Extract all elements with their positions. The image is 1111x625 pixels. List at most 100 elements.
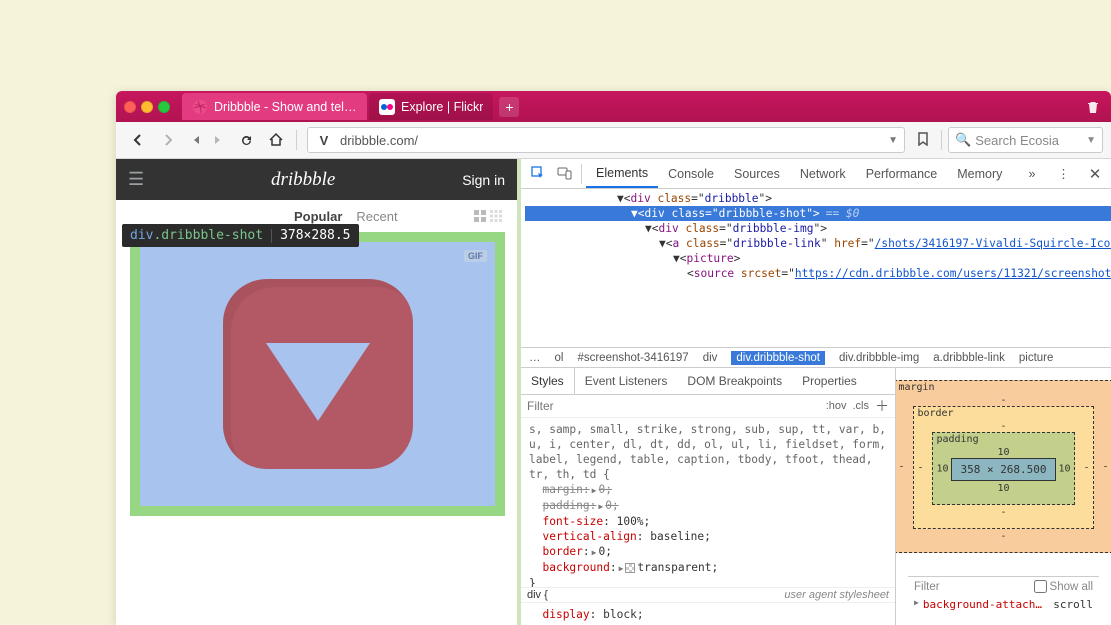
stab-styles[interactable]: Styles bbox=[521, 368, 575, 394]
crumb-selected[interactable]: div.dribbble-shot bbox=[731, 351, 825, 365]
tab-console[interactable]: Console bbox=[658, 159, 724, 188]
url-text: dribbble.com/ bbox=[340, 133, 888, 148]
filter-popular[interactable]: Popular bbox=[294, 209, 342, 224]
stab-properties[interactable]: Properties bbox=[792, 368, 867, 394]
computed-property-row[interactable]: ▶ background-attach… scroll bbox=[908, 596, 1099, 613]
css-rule-block[interactable]: s, samp, small, strike, strong, sub, sup… bbox=[521, 418, 895, 586]
styles-filter-bar: :hov .cls ＋ bbox=[521, 395, 895, 419]
devtools-menu-icon[interactable]: ⋮ bbox=[1051, 166, 1075, 181]
vivaldi-squircle-icon bbox=[223, 279, 413, 469]
computed-filter-label[interactable]: Filter bbox=[914, 581, 940, 593]
tabs-overflow-icon[interactable]: » bbox=[1020, 167, 1044, 181]
maximize-window-button[interactable] bbox=[158, 101, 170, 113]
browser-tab-flickr[interactable]: Explore | Flickr bbox=[369, 93, 493, 120]
reload-button[interactable] bbox=[232, 126, 260, 154]
flickr-favicon-icon bbox=[379, 99, 395, 115]
browser-tab-dribbble[interactable]: Dribbble - Show and tell for d bbox=[182, 93, 367, 120]
stab-event-listeners[interactable]: Event Listeners bbox=[575, 368, 678, 394]
content-row: ☰ dribbble Sign in Popular Recent div.dr… bbox=[116, 159, 1111, 625]
tooltip-class: .dribbble-shot bbox=[153, 228, 263, 243]
filter-recent[interactable]: Recent bbox=[356, 209, 397, 224]
devtools-panel: Elements Console Sources Network Perform… bbox=[521, 159, 1111, 625]
separator bbox=[941, 130, 942, 150]
minimize-window-button[interactable] bbox=[141, 101, 153, 113]
close-window-button[interactable] bbox=[124, 101, 136, 113]
toolbar: V dribbble.com/ ▼ 🔍 Search Ecosia ▼ bbox=[116, 122, 1111, 159]
device-toolbar-icon[interactable] bbox=[551, 161, 577, 187]
tab-title: Explore | Flickr bbox=[401, 100, 483, 114]
rendered-page: ☰ dribbble Sign in Popular Recent div.dr… bbox=[116, 159, 521, 625]
tab-memory[interactable]: Memory bbox=[947, 159, 1012, 188]
tab-title: Dribbble - Show and tell for d bbox=[214, 100, 357, 114]
hamburger-icon[interactable]: ☰ bbox=[128, 169, 144, 190]
boxmodel-panel: margin - - - border - - - padding bbox=[896, 368, 1111, 625]
stab-dom-breakpoints[interactable]: DOM Breakpoints bbox=[677, 368, 792, 394]
css-selector: s, samp, small, strike, strong, sub, sup… bbox=[529, 422, 887, 482]
search-icon: 🔍 bbox=[955, 132, 971, 148]
tab-network[interactable]: Network bbox=[790, 159, 856, 188]
tab-performance[interactable]: Performance bbox=[856, 159, 948, 188]
window-controls bbox=[124, 101, 170, 113]
styles-tabs: Styles Event Listeners DOM Breakpoints P… bbox=[521, 368, 895, 395]
tooltip-tag: div bbox=[130, 228, 153, 243]
crumb[interactable]: div.dribbble-img bbox=[839, 352, 919, 364]
dribbble-shot[interactable]: GIF bbox=[130, 232, 505, 516]
css-rule-block[interactable]: display: block; bbox=[521, 603, 895, 625]
crumb[interactable]: div bbox=[703, 352, 718, 364]
dribbble-favicon-icon bbox=[192, 99, 208, 115]
box-model-diagram[interactable]: margin - - - border - - - padding bbox=[896, 380, 1111, 553]
trash-icon[interactable] bbox=[1085, 99, 1101, 115]
new-tab-button[interactable]: + bbox=[499, 97, 519, 117]
forward-button[interactable] bbox=[154, 126, 182, 154]
home-button[interactable] bbox=[262, 126, 290, 154]
inspector-element-tooltip: div.dribbble-shot 378×288.5 bbox=[122, 224, 359, 247]
dom-node-selected[interactable]: ▼<div class="dribbble-shot">== $0 bbox=[525, 206, 1111, 221]
new-style-rule-icon[interactable]: ＋ bbox=[875, 396, 889, 416]
dom-node[interactable]: ▼<picture> bbox=[525, 251, 1111, 266]
url-dropdown-icon[interactable]: ▼ bbox=[888, 135, 898, 146]
site-identity-badge[interactable]: V bbox=[314, 130, 334, 150]
devtools-tabs: Elements Console Sources Network Perform… bbox=[521, 159, 1111, 189]
crumb-ellipsis[interactable]: … bbox=[529, 352, 541, 364]
bookmark-icon[interactable] bbox=[911, 132, 935, 149]
dribbble-logo[interactable]: dribbble bbox=[271, 169, 335, 191]
tab-elements[interactable]: Elements bbox=[586, 159, 658, 188]
dom-node[interactable]: ▼<div class="dribbble"> bbox=[525, 191, 1111, 206]
styles-filter-input[interactable] bbox=[527, 399, 820, 413]
grid-small-icon bbox=[489, 209, 503, 223]
crumb[interactable]: #screenshot-3416197 bbox=[577, 352, 688, 364]
layout-toggle[interactable] bbox=[473, 209, 503, 223]
dom-node[interactable]: ▼<div class="dribbble-img"> bbox=[525, 221, 1111, 236]
crumb[interactable]: picture bbox=[1019, 352, 1054, 364]
inspect-element-icon[interactable] bbox=[525, 161, 551, 187]
dom-node[interactable]: <source srcset="https://cdn.dribbble.com… bbox=[525, 266, 1111, 281]
ua-stylesheet-label: div {user agent stylesheet bbox=[521, 587, 895, 603]
dom-node[interactable]: ▼<a class="dribbble-link" href="/shots/3… bbox=[525, 236, 1111, 251]
crumb[interactable]: ol bbox=[555, 352, 564, 364]
styles-row: Styles Event Listeners DOM Breakpoints P… bbox=[521, 368, 1111, 625]
shot-container: div.dribbble-shot 378×288.5 GIF bbox=[116, 232, 517, 516]
dom-breadcrumb[interactable]: … ol #screenshot-3416197 div div.dribbbl… bbox=[521, 347, 1111, 368]
search-dropdown-icon[interactable]: ▼ bbox=[1086, 135, 1096, 146]
devtools-close-icon[interactable]: ✕ bbox=[1083, 165, 1107, 183]
back-button[interactable] bbox=[124, 126, 152, 154]
v-letter-shape bbox=[266, 343, 370, 421]
tab-sources[interactable]: Sources bbox=[724, 159, 790, 188]
gif-badge: GIF bbox=[464, 250, 487, 262]
grid-large-icon bbox=[473, 209, 487, 223]
dribbble-img: GIF bbox=[140, 242, 495, 506]
browser-window: Dribbble - Show and tell for d Explore |… bbox=[116, 91, 1111, 625]
search-box[interactable]: 🔍 Search Ecosia ▼ bbox=[948, 127, 1103, 153]
showall-checkbox[interactable]: Show all bbox=[1034, 580, 1093, 593]
boxmodel-content-size: 358 × 268.500 bbox=[951, 458, 1055, 481]
site-header: ☰ dribbble Sign in bbox=[116, 159, 517, 200]
crumb[interactable]: a.dribbble-link bbox=[933, 352, 1005, 364]
url-bar[interactable]: V dribbble.com/ ▼ bbox=[307, 127, 905, 153]
rewind-button[interactable] bbox=[184, 126, 206, 154]
styles-panel: Styles Event Listeners DOM Breakpoints P… bbox=[521, 368, 896, 625]
fastforward-button[interactable] bbox=[208, 126, 230, 154]
dom-tree[interactable]: ▼<div class="dribbble"> ▼<div class="dri… bbox=[521, 189, 1111, 347]
signin-link[interactable]: Sign in bbox=[462, 172, 505, 188]
hov-toggle[interactable]: :hov bbox=[826, 400, 847, 412]
cls-toggle[interactable]: .cls bbox=[853, 400, 870, 412]
